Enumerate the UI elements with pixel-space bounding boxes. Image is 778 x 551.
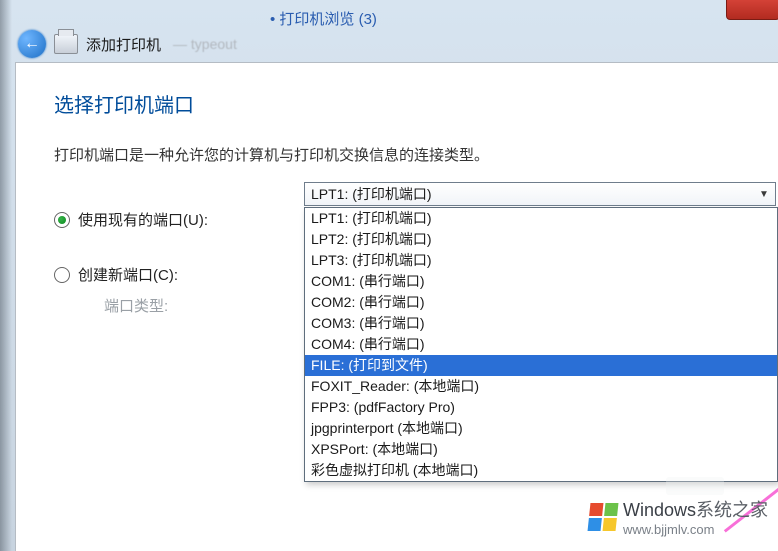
dropdown-option[interactable]: FILE: (打印到文件) — [305, 355, 777, 376]
radio-create-new-label: 创建新端口(C): — [78, 264, 178, 285]
breadcrumb: • 打印机浏览 (3) — [270, 8, 377, 29]
watermark-brand-suffix: 系统之家 — [696, 500, 768, 520]
back-button[interactable]: ← — [18, 30, 46, 58]
existing-port-combobox[interactable]: LPT1: (打印机端口) ▼ — [304, 182, 776, 206]
dropdown-option[interactable]: FPP3: (pdfFactory Pro) — [305, 397, 777, 418]
titlebar: ← 添加打印机 — typeout — [18, 30, 237, 58]
window-title: 添加打印机 — [86, 34, 161, 55]
page-description: 打印机端口是一种允许您的计算机与打印机交换信息的连接类型。 — [54, 144, 740, 165]
radio-use-existing[interactable] — [54, 212, 70, 228]
printer-icon — [54, 34, 78, 54]
dropdown-option[interactable]: jpgprinterport (本地端口) — [305, 418, 777, 439]
dropdown-option[interactable]: COM4: (串行端口) — [305, 334, 777, 355]
radio-use-existing-label: 使用现有的端口(U): — [78, 209, 208, 230]
watermark-brand-prefix: Windows — [623, 500, 696, 520]
dropdown-option[interactable]: LPT1: (打印机端口) — [305, 208, 777, 229]
title-suffix: — typeout — [173, 36, 237, 52]
windows-logo-icon — [587, 503, 618, 531]
wizard-panel: 选择打印机端口 打印机端口是一种允许您的计算机与打印机交换信息的连接类型。 使用… — [15, 62, 778, 551]
watermark-url: www.bjjmlv.com — [623, 522, 768, 537]
watermark: Windows系统之家 www.bjjmlv.com — [589, 496, 768, 537]
dropdown-option[interactable]: COM1: (串行端口) — [305, 271, 777, 292]
port-dropdown-list[interactable]: LPT1: (打印机端口)LPT2: (打印机端口)LPT3: (打印机端口)C… — [304, 207, 778, 482]
page-heading: 选择打印机端口 — [54, 89, 740, 118]
chevron-down-icon[interactable]: ▼ — [755, 185, 773, 203]
dropdown-option[interactable]: COM3: (串行端口) — [305, 313, 777, 334]
left-shadow — [0, 0, 12, 551]
arrow-left-icon: ← — [24, 35, 40, 53]
next-button[interactable] — [666, 477, 724, 495]
dropdown-option[interactable]: LPT2: (打印机端口) — [305, 229, 777, 250]
close-window-button[interactable] — [726, 0, 778, 20]
dropdown-option[interactable]: LPT3: (打印机端口) — [305, 250, 777, 271]
dropdown-option[interactable]: FOXIT_Reader: (本地端口) — [305, 376, 777, 397]
combobox-selected-text: LPT1: (打印机端口) — [311, 184, 432, 204]
radio-create-new[interactable] — [54, 267, 70, 283]
dropdown-option[interactable]: COM2: (串行端口) — [305, 292, 777, 313]
dropdown-option[interactable]: XPSPort: (本地端口) — [305, 439, 777, 460]
